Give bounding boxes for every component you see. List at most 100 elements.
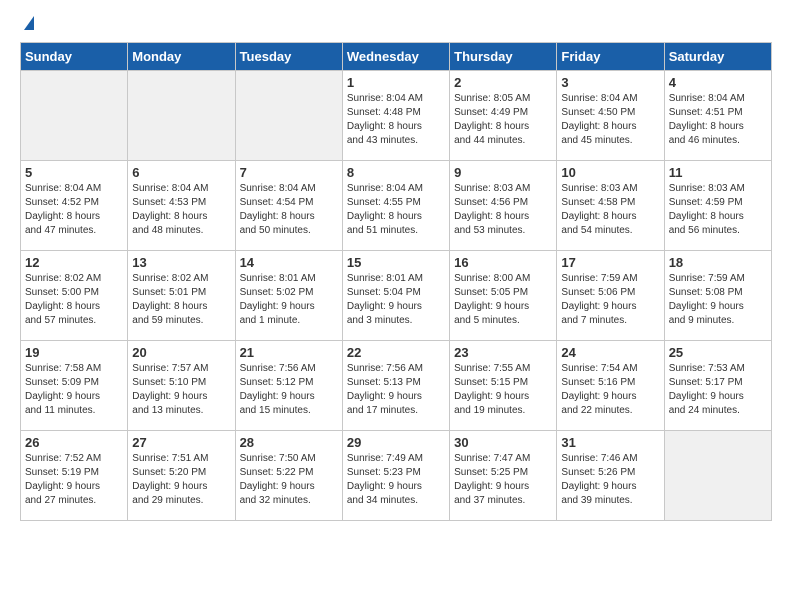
cell-info: Sunrise: 7:46 AM Sunset: 5:26 PM Dayligh…	[561, 452, 659, 508]
date-number: 24	[561, 345, 659, 360]
cell-info: Sunrise: 7:58 AM Sunset: 5:09 PM Dayligh…	[25, 362, 123, 418]
date-number: 7	[240, 165, 338, 180]
weekday-header-monday: Monday	[128, 43, 235, 71]
calendar-table: SundayMondayTuesdayWednesdayThursdayFrid…	[20, 42, 772, 521]
weekday-header-friday: Friday	[557, 43, 664, 71]
cell-info: Sunrise: 7:47 AM Sunset: 5:25 PM Dayligh…	[454, 452, 552, 508]
cell-info: Sunrise: 7:50 AM Sunset: 5:22 PM Dayligh…	[240, 452, 338, 508]
cell-info: Sunrise: 7:56 AM Sunset: 5:13 PM Dayligh…	[347, 362, 445, 418]
week-row-3: 12 Sunrise: 8:02 AM Sunset: 5:00 PM Dayli…	[21, 251, 772, 341]
cal-cell-4: 4 Sunrise: 8:04 AM Sunset: 4:51 PM Daylig…	[664, 71, 771, 161]
cell-info: Sunrise: 8:04 AM Sunset: 4:50 PM Dayligh…	[561, 92, 659, 148]
cell-info: Sunrise: 8:04 AM Sunset: 4:53 PM Dayligh…	[132, 182, 230, 238]
date-number: 22	[347, 345, 445, 360]
date-number: 11	[669, 165, 767, 180]
date-number: 17	[561, 255, 659, 270]
date-number: 1	[347, 75, 445, 90]
cal-cell-26: 26 Sunrise: 7:52 AM Sunset: 5:19 PM Dayli…	[21, 431, 128, 521]
cell-info: Sunrise: 8:03 AM Sunset: 4:56 PM Dayligh…	[454, 182, 552, 238]
cell-info: Sunrise: 8:04 AM Sunset: 4:55 PM Dayligh…	[347, 182, 445, 238]
cal-cell-24: 24 Sunrise: 7:54 AM Sunset: 5:16 PM Dayli…	[557, 341, 664, 431]
cell-info: Sunrise: 8:04 AM Sunset: 4:48 PM Dayligh…	[347, 92, 445, 148]
cal-cell-6: 6 Sunrise: 8:04 AM Sunset: 4:53 PM Daylig…	[128, 161, 235, 251]
cell-info: Sunrise: 8:04 AM Sunset: 4:54 PM Dayligh…	[240, 182, 338, 238]
date-number: 6	[132, 165, 230, 180]
weekday-header-wednesday: Wednesday	[342, 43, 449, 71]
cal-cell-22: 22 Sunrise: 7:56 AM Sunset: 5:13 PM Dayli…	[342, 341, 449, 431]
page: SundayMondayTuesdayWednesdayThursdayFrid…	[0, 0, 792, 531]
logo-area	[20, 20, 34, 30]
cal-cell-20: 20 Sunrise: 7:57 AM Sunset: 5:10 PM Dayli…	[128, 341, 235, 431]
weekday-header-row: SundayMondayTuesdayWednesdayThursdayFrid…	[21, 43, 772, 71]
date-number: 15	[347, 255, 445, 270]
cal-cell-21: 21Sunrise: 7:56 AM Sunset: 5:12 PM Dayli…	[235, 341, 342, 431]
date-number: 19	[25, 345, 123, 360]
cal-cell-1: 1 Sunrise: 8:04 AM Sunset: 4:48 PM Daylig…	[342, 71, 449, 161]
cal-cell-18: 18Sunrise: 7:59 AM Sunset: 5:08 PM Dayli…	[664, 251, 771, 341]
cal-cell-15: 15 Sunrise: 8:01 AM Sunset: 5:04 PM Dayli…	[342, 251, 449, 341]
cell-info: Sunrise: 7:57 AM Sunset: 5:10 PM Dayligh…	[132, 362, 230, 418]
header	[20, 20, 772, 30]
date-number: 3	[561, 75, 659, 90]
cell-info: Sunrise: 7:55 AM Sunset: 5:15 PM Dayligh…	[454, 362, 552, 418]
cal-cell-empty-02	[235, 71, 342, 161]
cal-cell-16: 16Sunrise: 8:00 AM Sunset: 5:05 PM Dayli…	[450, 251, 557, 341]
cell-info: Sunrise: 8:04 AM Sunset: 4:52 PM Dayligh…	[25, 182, 123, 238]
cal-cell-29: 29Sunrise: 7:49 AM Sunset: 5:23 PM Dayli…	[342, 431, 449, 521]
cal-cell-25: 25 Sunrise: 7:53 AM Sunset: 5:17 PM Dayli…	[664, 341, 771, 431]
date-number: 16	[454, 255, 552, 270]
cell-info: Sunrise: 7:51 AM Sunset: 5:20 PM Dayligh…	[132, 452, 230, 508]
cal-cell-8: 8 Sunrise: 8:04 AM Sunset: 4:55 PM Daylig…	[342, 161, 449, 251]
cal-cell-7: 7 Sunrise: 8:04 AM Sunset: 4:54 PM Daylig…	[235, 161, 342, 251]
cell-info: Sunrise: 8:02 AM Sunset: 5:00 PM Dayligh…	[25, 272, 123, 328]
date-number: 28	[240, 435, 338, 450]
cell-info: Sunrise: 7:59 AM Sunset: 5:06 PM Dayligh…	[561, 272, 659, 328]
week-row-1: 1 Sunrise: 8:04 AM Sunset: 4:48 PM Daylig…	[21, 71, 772, 161]
cal-cell-14: 14 Sunrise: 8:01 AM Sunset: 5:02 PM Dayli…	[235, 251, 342, 341]
logo-triangle-icon	[24, 16, 34, 30]
cell-info: Sunrise: 8:01 AM Sunset: 5:02 PM Dayligh…	[240, 272, 338, 328]
cell-info: Sunrise: 8:03 AM Sunset: 4:58 PM Dayligh…	[561, 182, 659, 238]
date-number: 13	[132, 255, 230, 270]
week-row-2: 5 Sunrise: 8:04 AM Sunset: 4:52 PM Daylig…	[21, 161, 772, 251]
date-number: 20	[132, 345, 230, 360]
weekday-header-sunday: Sunday	[21, 43, 128, 71]
cal-cell-30: 30 Sunrise: 7:47 AM Sunset: 5:25 PM Dayli…	[450, 431, 557, 521]
date-number: 31	[561, 435, 659, 450]
date-number: 14	[240, 255, 338, 270]
logo	[20, 20, 34, 30]
date-number: 26	[25, 435, 123, 450]
date-number: 9	[454, 165, 552, 180]
cell-info: Sunrise: 7:54 AM Sunset: 5:16 PM Dayligh…	[561, 362, 659, 418]
cal-cell-17: 17 Sunrise: 7:59 AM Sunset: 5:06 PM Dayli…	[557, 251, 664, 341]
cal-cell-10: 10Sunrise: 8:03 AM Sunset: 4:58 PM Dayli…	[557, 161, 664, 251]
date-number: 8	[347, 165, 445, 180]
date-number: 12	[25, 255, 123, 270]
cell-info: Sunrise: 8:02 AM Sunset: 5:01 PM Dayligh…	[132, 272, 230, 328]
cal-cell-13: 13 Sunrise: 8:02 AM Sunset: 5:01 PM Dayli…	[128, 251, 235, 341]
date-number: 5	[25, 165, 123, 180]
week-row-5: 26 Sunrise: 7:52 AM Sunset: 5:19 PM Dayli…	[21, 431, 772, 521]
cal-cell-9: 9 Sunrise: 8:03 AM Sunset: 4:56 PM Daylig…	[450, 161, 557, 251]
cal-cell-12: 12 Sunrise: 8:02 AM Sunset: 5:00 PM Dayli…	[21, 251, 128, 341]
cell-info: Sunrise: 8:04 AM Sunset: 4:51 PM Dayligh…	[669, 92, 767, 148]
cell-info: Sunrise: 7:49 AM Sunset: 5:23 PM Dayligh…	[347, 452, 445, 508]
cal-cell-23: 23Sunrise: 7:55 AM Sunset: 5:15 PM Dayli…	[450, 341, 557, 431]
date-number: 27	[132, 435, 230, 450]
cal-cell-2: 2Sunrise: 8:05 AM Sunset: 4:49 PM Daylig…	[450, 71, 557, 161]
cell-info: Sunrise: 7:52 AM Sunset: 5:19 PM Dayligh…	[25, 452, 123, 508]
date-number: 4	[669, 75, 767, 90]
cal-cell-5: 5 Sunrise: 8:04 AM Sunset: 4:52 PM Daylig…	[21, 161, 128, 251]
cal-cell-27: 27 Sunrise: 7:51 AM Sunset: 5:20 PM Dayli…	[128, 431, 235, 521]
date-number: 25	[669, 345, 767, 360]
cal-cell-3: 3 Sunrise: 8:04 AM Sunset: 4:50 PM Daylig…	[557, 71, 664, 161]
weekday-header-tuesday: Tuesday	[235, 43, 342, 71]
cell-info: Sunrise: 8:01 AM Sunset: 5:04 PM Dayligh…	[347, 272, 445, 328]
cal-cell-19: 19 Sunrise: 7:58 AM Sunset: 5:09 PM Dayli…	[21, 341, 128, 431]
cal-cell-28: 28 Sunrise: 7:50 AM Sunset: 5:22 PM Dayli…	[235, 431, 342, 521]
week-row-4: 19 Sunrise: 7:58 AM Sunset: 5:09 PM Dayli…	[21, 341, 772, 431]
date-number: 18	[669, 255, 767, 270]
date-number: 30	[454, 435, 552, 450]
cal-cell-empty-46	[664, 431, 771, 521]
cell-info: Sunrise: 7:53 AM Sunset: 5:17 PM Dayligh…	[669, 362, 767, 418]
